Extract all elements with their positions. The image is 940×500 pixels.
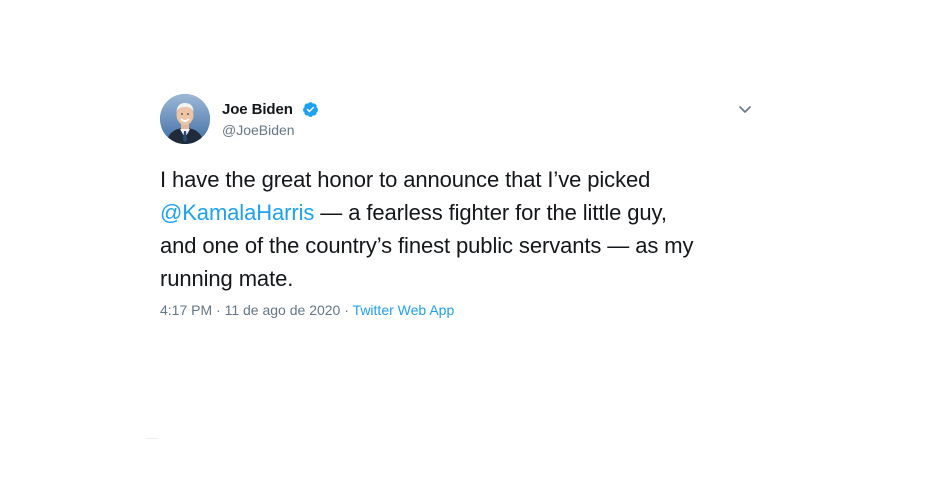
avatar-image [160,94,210,144]
avatar[interactable] [160,94,210,144]
mention-link[interactable]: @KamalaHarris [160,200,314,225]
author-handle[interactable]: @JoeBiden [222,122,295,138]
tweet-time[interactable]: 4:17 PM [160,302,212,318]
divider [146,438,158,439]
author-name[interactable]: Joe Biden [222,101,293,118]
tweet-card: Joe Biden @JoeBiden I have the great hon… [158,94,758,334]
chevron-down-icon[interactable] [737,101,753,117]
verified-badge-icon [302,101,319,118]
tweet-source-link[interactable]: Twitter Web App [353,302,455,318]
tweet-text: I have the great honor to announce that … [160,163,760,295]
tweet-metadata: 4:17 PM · 11 de ago de 2020 · Twitter We… [160,302,454,318]
tweet-date[interactable]: 11 de ago de 2020 [225,302,341,318]
meta-separator: · [340,302,353,318]
tweet-text-part-1: I have the great honor to announce that … [160,167,651,192]
meta-separator: · [212,302,225,318]
